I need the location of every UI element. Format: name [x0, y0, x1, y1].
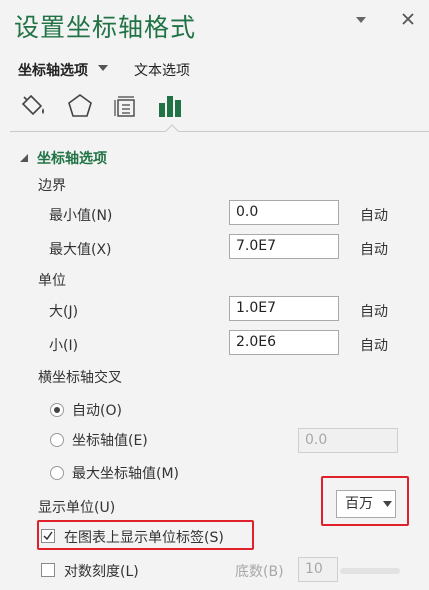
tab-axis-options[interactable]: 坐标轴选项 [18, 60, 88, 80]
minor-unit-label: 小(I) [49, 338, 79, 354]
crosses-max-value-label[interactable]: 最大坐标轴值(M) [72, 463, 179, 483]
log-base-label: 底数(B) [235, 564, 284, 580]
size-properties-icon[interactable] [111, 93, 139, 119]
highlight-box-display-units [321, 476, 409, 526]
chevron-down-icon[interactable] [98, 64, 108, 72]
axis-options-icon[interactable] [157, 93, 185, 119]
fill-line-icon[interactable] [20, 93, 48, 119]
major-auto-button[interactable]: 自动 [360, 301, 388, 321]
max-input[interactable]: 7.0E7 [229, 234, 339, 259]
display-units-label: 显示单位(U) [38, 500, 116, 516]
log-scale-checkbox[interactable] [41, 563, 55, 577]
collapse-triangle-icon[interactable] [19, 153, 29, 163]
min-auto-button[interactable]: 自动 [360, 205, 388, 225]
crosses-heading: 横坐标轴交叉 [38, 370, 122, 386]
watermark [340, 568, 400, 574]
crosses-axis-value-label[interactable]: 坐标轴值(E) [72, 430, 148, 450]
crosses-auto-radio[interactable] [50, 403, 64, 417]
minor-auto-button[interactable]: 自动 [360, 335, 388, 355]
max-auto-button[interactable]: 自动 [360, 239, 388, 259]
major-unit-input[interactable]: 1.0E7 [229, 296, 339, 321]
tab-text-options[interactable]: 文本选项 [134, 60, 190, 80]
major-unit-label: 大(J) [49, 304, 79, 320]
section-title[interactable]: 坐标轴选项 [37, 148, 107, 168]
tab-divider [10, 131, 429, 132]
minor-unit-input[interactable]: 2.0E6 [229, 330, 339, 355]
selected-tab-caret-icon [165, 124, 179, 132]
highlight-box-show-label [37, 520, 254, 550]
crosses-axis-value-radio[interactable] [50, 433, 64, 447]
crosses-axis-value-input: 0.0 [298, 428, 398, 453]
crosses-max-value-radio[interactable] [50, 466, 64, 480]
log-base-input: 10 [298, 557, 338, 582]
crosses-auto-label[interactable]: 自动(O) [72, 400, 122, 420]
close-icon[interactable] [401, 12, 415, 26]
bounds-heading: 边界 [38, 178, 66, 194]
pane-options-chevron-icon[interactable] [355, 14, 367, 26]
max-label: 最大值(X) [49, 242, 112, 258]
min-input[interactable]: 0.0 [229, 200, 339, 225]
pane-title: 设置坐标轴格式 [14, 13, 197, 42]
min-label: 最小值(N) [49, 208, 113, 224]
log-scale-label[interactable]: 对数刻度(L) [64, 561, 139, 581]
effects-icon[interactable] [66, 93, 94, 119]
units-heading: 单位 [38, 273, 66, 289]
